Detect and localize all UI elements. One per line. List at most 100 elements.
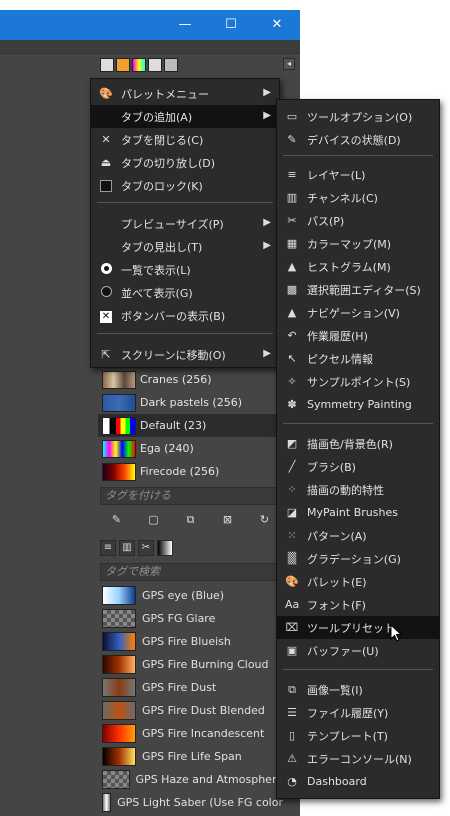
- menu-item[interactable]: ✂ パス(P): [277, 209, 439, 232]
- palette-name: Firecode (256): [140, 465, 220, 478]
- menu-item[interactable]: ✽ Symmetry Painting: [277, 393, 439, 416]
- dock-tab-4[interactable]: [148, 58, 162, 72]
- menu-item[interactable]: ✧ サンプルポイント(S): [277, 370, 439, 393]
- mouse-cursor-icon: [390, 624, 402, 642]
- menu-item[interactable]: ⏏ タブの切り放し(D): [91, 151, 279, 174]
- palette-list-item[interactable]: Cranes (256): [98, 368, 278, 391]
- gradient-list-item[interactable]: GPS Fire Incandescent: [98, 722, 283, 745]
- menu-item-label: パレット(E): [307, 575, 367, 589]
- gradient-list-item[interactable]: GPS Fire Life Span: [98, 745, 283, 768]
- selection-editor-icon: ▩: [286, 282, 298, 296]
- menu-item[interactable]: ╱ ブラシ(B): [277, 455, 439, 478]
- menu-item[interactable]: ↖ ピクセル情報: [277, 347, 439, 370]
- close-button[interactable]: ✕: [254, 10, 300, 40]
- menu-item[interactable]: ⚠ エラーコンソール(N): [277, 747, 439, 770]
- menu-item[interactable]: ☰ ファイル履歴(Y): [277, 701, 439, 724]
- gradient-list-item[interactable]: GPS Fire Dust: [98, 676, 283, 699]
- menu-item[interactable]: タブの見出し(T) ▶: [91, 235, 279, 258]
- palette-swatch: [102, 393, 136, 412]
- palette-swatch: [102, 462, 136, 481]
- menu-item[interactable]: ≡ レイヤー(L): [277, 163, 439, 186]
- menu-item[interactable]: ◔ Dashboard: [277, 770, 439, 793]
- menu-item[interactable]: ⇱ スクリーンに移動(O) ▶: [91, 343, 279, 366]
- menu-item[interactable]: ↶ 作業履歴(H): [277, 324, 439, 347]
- gradient-list-item[interactable]: GPS eye (Blue): [98, 584, 283, 607]
- new-palette-icon[interactable]: ▢: [147, 513, 161, 527]
- paint-dynamics-icon: ⁘: [287, 482, 297, 496]
- menu-item[interactable]: ◪ MyPaint Brushes: [277, 501, 439, 524]
- gradient-swatch: [102, 632, 136, 651]
- menu-item[interactable]: ✕ タブを閉じる(C): [91, 128, 279, 151]
- menu-item[interactable]: ✕ ボタンバーの表示(B): [91, 304, 279, 327]
- refresh-icon[interactable]: ↻: [258, 513, 272, 527]
- dock-tab-2[interactable]: [116, 58, 130, 72]
- menu-item[interactable]: ✎ デバイスの状態(D): [277, 128, 439, 151]
- menu-item-label: ピクセル情報: [307, 352, 373, 366]
- menu-item-label: サンプルポイント(S): [307, 375, 411, 389]
- dock-tab-1[interactable]: [100, 58, 114, 72]
- dock-tab-5[interactable]: [164, 58, 178, 72]
- menu-item[interactable]: ▩ 選択範囲エディター(S): [277, 278, 439, 301]
- undo-history-icon: ↶: [287, 328, 297, 342]
- gradient-list-item[interactable]: GPS FG Glare: [98, 607, 283, 630]
- menu-item[interactable]: ⌧ ツールプリセット: [277, 616, 439, 639]
- palette-name: Ega (240): [140, 442, 194, 455]
- palette-list-item[interactable]: Firecode (256): [98, 460, 278, 483]
- menu-item[interactable]: ⁘ 描画の動的特性: [277, 478, 439, 501]
- palette-list-item[interactable]: Dark pastels (256): [98, 391, 278, 414]
- menu-item-label: ツールプリセット: [307, 621, 395, 635]
- gradients-tab-icon[interactable]: [157, 540, 173, 556]
- menu-item[interactable]: 🎨 パレット(E): [277, 570, 439, 593]
- delete-icon[interactable]: ⊠: [221, 513, 235, 527]
- menu-item[interactable]: ⁙ パターン(A): [277, 524, 439, 547]
- duplicate-icon[interactable]: ⧉: [184, 513, 198, 527]
- palette-tag-input[interactable]: タグを付ける: [100, 487, 278, 505]
- sample-points-icon: ✧: [287, 374, 297, 388]
- minimize-button[interactable]: —: [162, 10, 208, 40]
- menu-item[interactable]: ▣ バッファー(U): [277, 639, 439, 662]
- submenu-arrow-icon: ▶: [263, 217, 271, 228]
- menu-item[interactable]: ▭ ツールオプション(O): [277, 105, 439, 128]
- menu-item[interactable]: ▒ グラデーション(G): [277, 547, 439, 570]
- gradient-list-item[interactable]: GPS Fire Burning Cloud: [98, 653, 283, 676]
- radio-selected-icon: [99, 262, 113, 277]
- menu-item[interactable]: ▥ チャンネル(C): [277, 186, 439, 209]
- menu-item[interactable]: ⧉ 画像一覧(I): [277, 678, 439, 701]
- menu-item-label: タブの追加(A): [121, 110, 193, 124]
- menu-item[interactable]: ▦ カラーマップ(M): [277, 232, 439, 255]
- submenu-arrow-icon: ▶: [263, 110, 271, 121]
- palette-button-bar: ✎ ▢ ⧉ ⊠ ↻: [98, 510, 283, 530]
- gradient-list-item[interactable]: GPS Fire Dust Blended: [98, 699, 283, 722]
- menu-item-icon-slot: [99, 240, 113, 254]
- layers-tab-icon[interactable]: ≡: [100, 540, 116, 556]
- menu-item-label: グラデーション(G): [307, 552, 401, 566]
- dock-tab-palettes[interactable]: [132, 58, 146, 72]
- menu-item[interactable]: ◩ 描画色/背景色(R): [277, 432, 439, 455]
- menu-item[interactable]: ▯ テンプレート(T): [277, 724, 439, 747]
- edit-icon[interactable]: ✎: [110, 513, 124, 527]
- menu-item[interactable]: プレビューサイズ(P) ▶: [91, 212, 279, 235]
- palette-list-item[interactable]: Ega (240): [98, 437, 278, 460]
- maximize-button[interactable]: ☐: [208, 10, 254, 40]
- channels-tab-icon[interactable]: ▥: [119, 540, 135, 556]
- menu-item-label: 選択範囲エディター(S): [307, 283, 421, 297]
- mypaint-brushes-icon: ◪: [286, 505, 298, 519]
- palette-list-item[interactable]: Default (23): [98, 414, 278, 437]
- gradient-swatch: [102, 724, 136, 743]
- menu-item[interactable]: ▲ ナビゲーション(V): [277, 301, 439, 324]
- menu-item[interactable]: タブのロック(K): [91, 174, 279, 197]
- menu-item-label: タブを閉じる(C): [121, 133, 204, 147]
- gradient-list-item[interactable]: GPS Haze and Atmosphere: [98, 768, 283, 791]
- gradient-list-item[interactable]: GPS Fire Blueish: [98, 630, 283, 653]
- menu-item[interactable]: ▲ ヒストグラム(M): [277, 255, 439, 278]
- gradient-search-input[interactable]: タグで検索: [100, 563, 278, 581]
- paths-tab-icon[interactable]: ✂: [138, 540, 154, 556]
- menu-item[interactable]: Aa フォント(F): [277, 593, 439, 616]
- images-icon: ⧉: [288, 682, 296, 696]
- menu-item[interactable]: タブの追加(A) ▶: [91, 105, 279, 128]
- dock-config-button[interactable]: ◂: [283, 58, 295, 70]
- menu-item[interactable]: 一覧で表示(L): [91, 258, 279, 281]
- gradient-list-item[interactable]: GPS Light Saber (Use FG color: [98, 791, 283, 814]
- menu-item[interactable]: 🎨 パレットメニュー ▶: [91, 82, 279, 105]
- menu-item[interactable]: 並べて表示(G): [91, 281, 279, 304]
